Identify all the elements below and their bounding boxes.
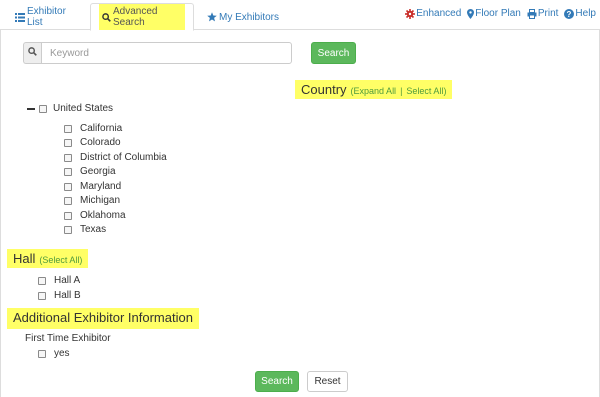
state-checkbox[interactable] xyxy=(64,225,72,234)
search-addon xyxy=(23,42,41,64)
paren-close: ) xyxy=(443,86,447,96)
state-row: Maryland xyxy=(64,180,121,193)
first-time-option-label: yes xyxy=(54,348,70,359)
floor-plan-label: Floor Plan xyxy=(475,8,521,19)
map-marker-icon xyxy=(467,8,475,19)
country-label-united-states: United States xyxy=(53,103,114,114)
state-label: District of Columbia xyxy=(80,152,167,163)
state-row: Georgia xyxy=(64,165,116,178)
hall-row: Hall B xyxy=(38,289,81,302)
top-right-links: Enhanced Floor Plan Print ? Help xyxy=(405,8,596,19)
tab-my-exhibitors[interactable]: My Exhibitors xyxy=(198,3,288,31)
star-icon xyxy=(207,12,217,22)
state-checkbox[interactable] xyxy=(64,124,72,133)
state-row: Colorado xyxy=(64,136,121,149)
tab-my-exhibitors-label: My Exhibitors xyxy=(219,11,280,23)
print-link[interactable]: Print xyxy=(527,8,559,19)
state-row: Michigan xyxy=(64,194,120,207)
help-icon: ? xyxy=(564,8,575,19)
hall-checkbox[interactable] xyxy=(38,291,46,300)
state-checkbox[interactable] xyxy=(64,211,72,220)
select-all-countries-link[interactable]: Select All xyxy=(406,86,443,96)
state-row: District of Columbia xyxy=(64,151,167,164)
collapse-icon[interactable] xyxy=(27,107,35,110)
search-icon xyxy=(28,47,37,59)
svg-text:?: ? xyxy=(567,10,572,19)
tab-exhibitor-list[interactable]: Exhibitor List xyxy=(6,3,86,31)
state-label: California xyxy=(80,123,123,134)
tab-exhibitor-list-label: Exhibitor List xyxy=(27,6,66,28)
floor-plan-link[interactable]: Floor Plan xyxy=(467,8,521,19)
expand-all-link[interactable]: Expand All xyxy=(354,86,397,96)
state-checkbox[interactable] xyxy=(64,153,72,162)
tab-advanced-search-highlight: Advanced Search xyxy=(99,4,185,30)
country-title: Country xyxy=(301,82,347,97)
additional-info-heading: Additional Exhibitor Information xyxy=(7,308,199,329)
search-icon xyxy=(102,12,111,22)
list-icon xyxy=(15,12,25,22)
bottom-search-button[interactable]: Search xyxy=(255,371,299,392)
hall-label: Hall B xyxy=(54,290,81,301)
select-all-halls-link[interactable]: (Select All) xyxy=(39,255,82,265)
state-checkbox[interactable] xyxy=(64,182,72,191)
enhanced-label: Enhanced xyxy=(416,8,462,19)
advanced-search-panel: Search Country (Expand All|Select All) U… xyxy=(0,30,600,397)
link-separator: | xyxy=(400,86,403,96)
gear-icon xyxy=(405,8,416,19)
hall-row: Hall A xyxy=(38,274,80,287)
country-row-united-states: United States xyxy=(27,102,113,115)
checkbox-united-states[interactable] xyxy=(39,104,47,113)
state-label: Colorado xyxy=(80,137,121,148)
first-time-exhibitor-label: First Time Exhibitor xyxy=(25,333,111,344)
enhanced-link[interactable]: Enhanced xyxy=(405,8,461,19)
state-row: Oklahoma xyxy=(64,209,126,222)
state-checkbox[interactable] xyxy=(64,167,72,176)
hall-heading: Hall (Select All) xyxy=(7,249,89,268)
hall-checkbox[interactable] xyxy=(38,276,46,285)
state-label: Texas xyxy=(80,224,107,235)
print-label: Print xyxy=(537,8,559,19)
country-heading: Country (Expand All | Select All) xyxy=(295,80,453,99)
state-label: Michigan xyxy=(80,195,121,206)
tab-bar: Exhibitor List Advanced Search My Exhibi… xyxy=(0,0,600,31)
hall-label: Hall A xyxy=(54,275,81,286)
state-label: Georgia xyxy=(80,166,116,177)
reset-button[interactable]: Reset xyxy=(307,371,348,392)
state-label: Maryland xyxy=(80,181,122,192)
help-label: Help xyxy=(575,8,596,19)
state-row: Texas xyxy=(64,223,106,236)
tab-advanced-search[interactable]: Advanced Search xyxy=(90,3,194,31)
search-button[interactable]: Search xyxy=(311,42,356,64)
help-link[interactable]: ? Help xyxy=(564,8,596,19)
keyword-search-group xyxy=(23,42,292,64)
first-time-row: yes xyxy=(38,347,70,360)
tab-advanced-search-label: Advanced Search xyxy=(113,6,158,28)
state-checkbox[interactable] xyxy=(64,196,72,205)
print-icon xyxy=(527,8,537,19)
state-row: California xyxy=(64,122,122,135)
state-label: Oklahoma xyxy=(80,210,126,221)
additional-info-title: Additional Exhibitor Information xyxy=(13,310,193,325)
country-links: (Expand All | Select All) xyxy=(351,86,447,96)
hall-title: Hall xyxy=(13,251,36,266)
state-checkbox[interactable] xyxy=(64,138,72,147)
first-time-checkbox[interactable] xyxy=(38,349,46,358)
keyword-input[interactable] xyxy=(41,42,292,64)
